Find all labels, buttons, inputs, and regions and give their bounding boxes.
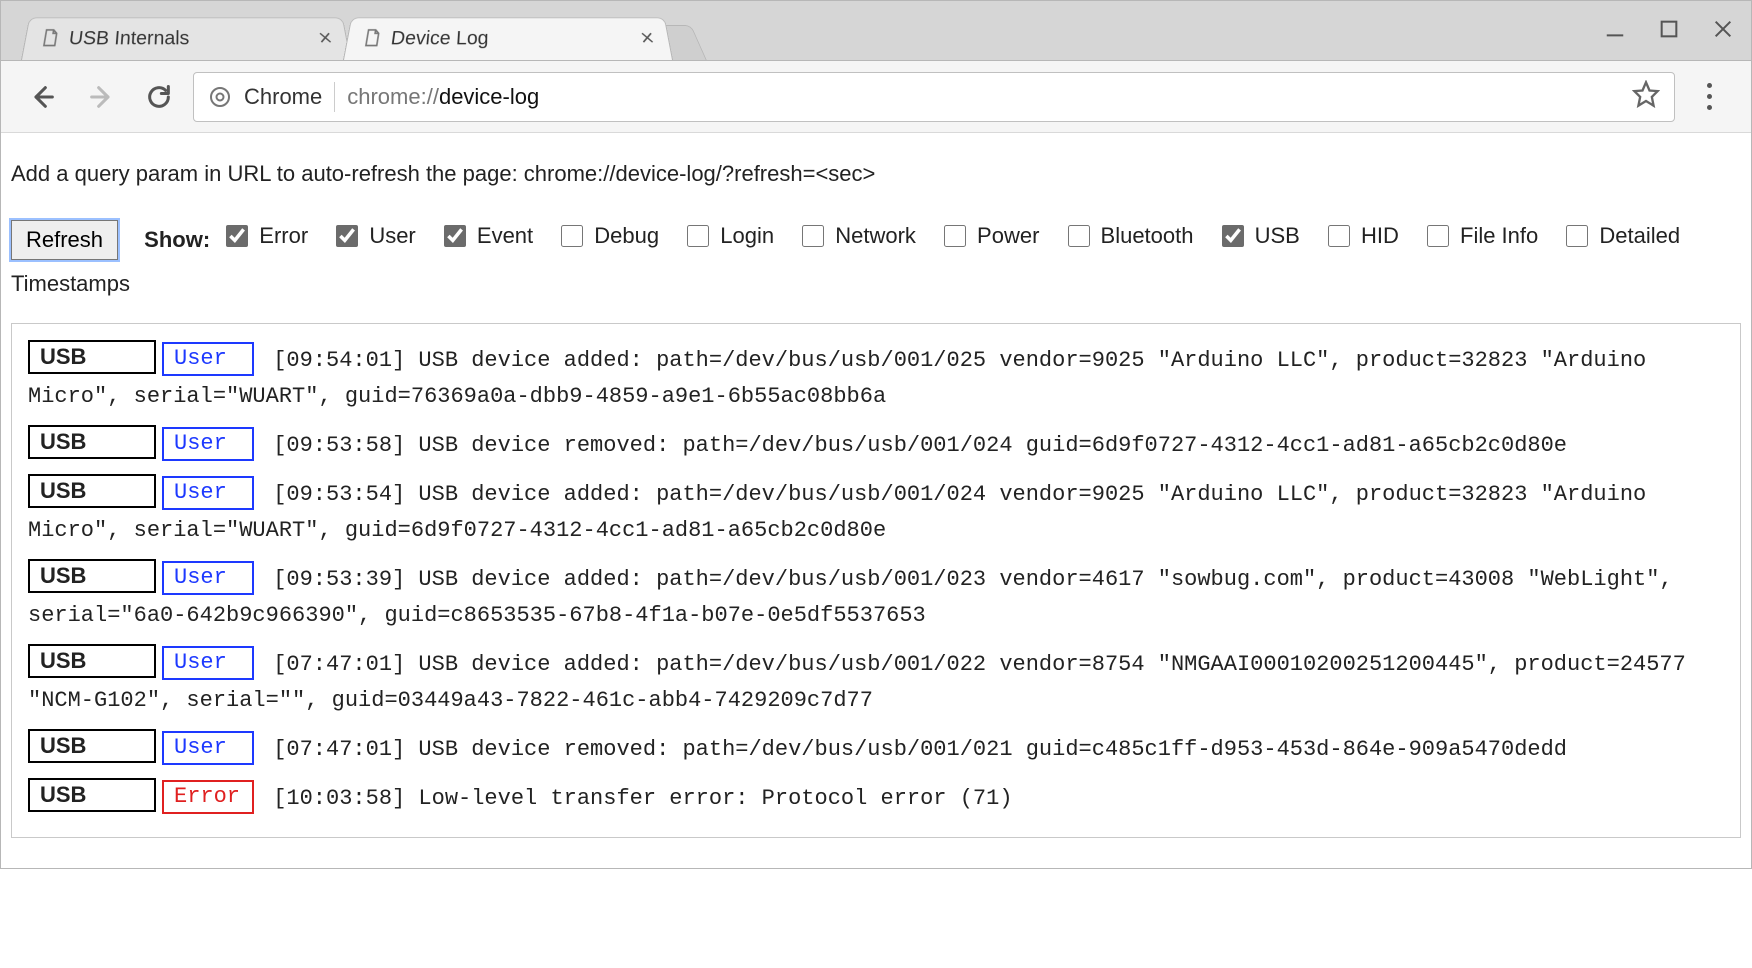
filter-checkbox[interactable] [336, 225, 358, 247]
window-controls [1601, 15, 1737, 43]
filter-checkbox[interactable] [1427, 225, 1449, 247]
filter-power[interactable]: Power [940, 215, 1039, 257]
filter-login[interactable]: Login [683, 215, 774, 257]
filter-label: Login [720, 215, 774, 257]
filter-checkbox[interactable] [1328, 225, 1350, 247]
controls-row: Refresh Show: Error User Event Debug Log… [11, 227, 1741, 305]
url-prefix: chrome:// [347, 84, 439, 109]
filter-label: HID [1361, 215, 1399, 257]
nav-forward-button[interactable] [77, 73, 125, 121]
autorefresh-hint: Add a query param in URL to auto-refresh… [11, 161, 1741, 187]
page-icon [38, 27, 63, 48]
filter-user[interactable]: User [332, 215, 415, 257]
window-minimize-button[interactable] [1601, 15, 1629, 43]
address-bar[interactable]: Chrome chrome://device-log [193, 72, 1675, 122]
url-scheme-label: Chrome [244, 84, 322, 110]
log-type-tag: USB [28, 778, 156, 812]
log-message: [10:03:58] Low-level transfer error: Pro… [260, 786, 1013, 811]
filter-label: USB [1255, 215, 1300, 257]
filter-checkbox[interactable] [802, 225, 824, 247]
log-entry: USBUser [09:54:01] USB device added: pat… [28, 340, 1724, 415]
chrome-icon [208, 85, 232, 109]
log-entry: USBUser [07:47:01] USB device added: pat… [28, 644, 1724, 719]
filter-usb[interactable]: USB [1218, 215, 1300, 257]
log-type-tag: USB [28, 644, 156, 678]
window-close-button[interactable] [1709, 15, 1737, 43]
log-level-tag: User [162, 646, 254, 680]
log-message: [09:54:01] USB device added: path=/dev/b… [28, 348, 1646, 409]
tab-bar: USB Internals Device Log [1, 1, 1751, 61]
filter-label: Error [259, 215, 308, 257]
url-path: device-log [439, 84, 539, 109]
filter-label: Network [835, 215, 916, 257]
log-type-tag: USB [28, 340, 156, 374]
filter-hid[interactable]: HID [1324, 215, 1399, 257]
chrome-menu-button[interactable] [1685, 73, 1733, 121]
log-level-tag: Error [162, 780, 254, 814]
browser-tab[interactable]: Device Log [343, 17, 673, 60]
filter-label: Bluetooth [1101, 215, 1194, 257]
filter-checkbox[interactable] [444, 225, 466, 247]
filter-checkbox[interactable] [944, 225, 966, 247]
log-entry: USBError [10:03:58] Low-level transfer e… [28, 778, 1724, 817]
window-maximize-button[interactable] [1655, 15, 1683, 43]
log-type-tag: USB [28, 474, 156, 508]
tab-close-button[interactable] [635, 27, 660, 48]
filter-label: File Info [1460, 215, 1538, 257]
log-level-tag: User [162, 427, 254, 461]
url-text: chrome://device-log [347, 84, 539, 110]
filter-label: Event [477, 215, 533, 257]
log-level-tag: User [162, 342, 254, 376]
filter-error[interactable]: Error [222, 215, 308, 257]
log-entry: USBUser [07:47:01] USB device removed: p… [28, 729, 1724, 768]
filter-label: Debug [594, 215, 659, 257]
tab-close-button[interactable] [313, 27, 338, 48]
log-level-tag: User [162, 476, 254, 510]
log-level-tag: User [162, 561, 254, 595]
page-content: Add a query param in URL to auto-refresh… [1, 133, 1751, 868]
filter-event[interactable]: Event [440, 215, 533, 257]
bookmark-star-icon[interactable] [1632, 80, 1660, 114]
filter-label: Detailed [1599, 215, 1680, 257]
log-message: [09:53:54] USB device added: path=/dev/b… [28, 482, 1646, 543]
log-message: [09:53:39] USB device added: path=/dev/b… [28, 567, 1673, 628]
filter-label: User [369, 215, 415, 257]
filter-detailed[interactable]: Detailed [1562, 215, 1680, 257]
refresh-button[interactable]: Refresh [11, 220, 118, 260]
filter-debug[interactable]: Debug [557, 215, 659, 257]
filter-checkbox[interactable] [1566, 225, 1588, 247]
show-label: Show: [144, 227, 210, 252]
log-panel: USBUser [09:54:01] USB device added: pat… [11, 323, 1741, 838]
log-type-tag: USB [28, 425, 156, 459]
tab-title: Device Log [389, 28, 488, 50]
browser-tab[interactable]: USB Internals [21, 17, 351, 60]
filter-network[interactable]: Network [798, 215, 916, 257]
nav-back-button[interactable] [19, 73, 67, 121]
omnibox-separator [334, 82, 335, 112]
filter-file-info[interactable]: File Info [1423, 215, 1538, 257]
log-message: [09:53:58] USB device removed: path=/dev… [260, 433, 1567, 458]
log-type-tag: USB [28, 729, 156, 763]
toolbar: Chrome chrome://device-log [1, 61, 1751, 133]
log-entry: USBUser [09:53:39] USB device added: pat… [28, 559, 1724, 634]
log-message: [07:47:01] USB device removed: path=/dev… [260, 737, 1567, 762]
filter-bluetooth[interactable]: Bluetooth [1064, 215, 1194, 257]
filter-checkbox[interactable] [1222, 225, 1244, 247]
log-type-tag: USB [28, 559, 156, 593]
log-entry: USBUser [09:53:58] USB device removed: p… [28, 425, 1724, 464]
filter-checkbox[interactable] [687, 225, 709, 247]
log-level-tag: User [162, 731, 254, 765]
page-icon [360, 27, 385, 48]
log-entry: USBUser [09:53:54] USB device added: pat… [28, 474, 1724, 549]
filter-checkbox[interactable] [226, 225, 248, 247]
filter-checkbox[interactable] [561, 225, 583, 247]
log-message: [07:47:01] USB device added: path=/dev/b… [28, 652, 1686, 713]
filter-label: Power [977, 215, 1039, 257]
nav-reload-button[interactable] [135, 73, 183, 121]
browser-window: USB Internals Device Log [0, 0, 1752, 869]
detailed-timestamps-label: Timestamps [11, 263, 1741, 305]
tab-title: USB Internals [67, 28, 189, 50]
filter-checkbox[interactable] [1068, 225, 1090, 247]
